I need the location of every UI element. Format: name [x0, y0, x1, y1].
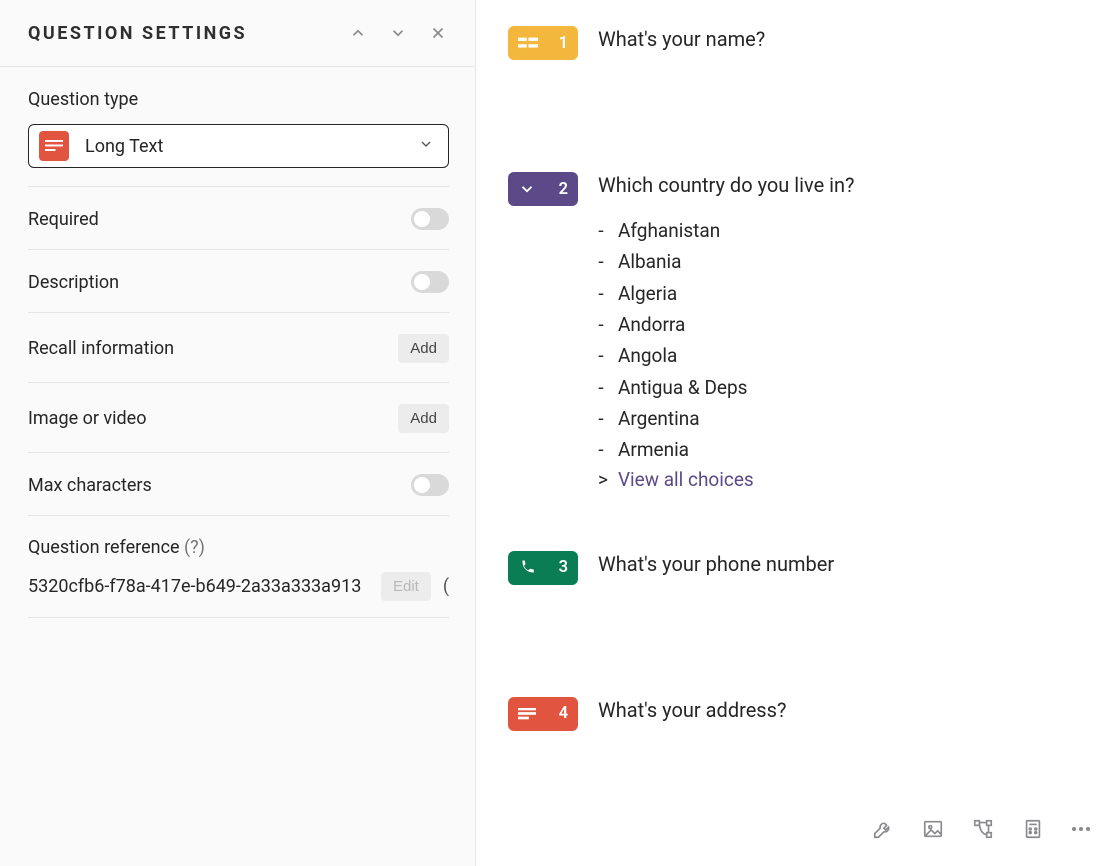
settings-body: Question type Long Text Required Descrip…	[0, 67, 475, 618]
recall-label: Recall information	[28, 338, 174, 359]
question-item[interactable]: 2 Which country do you live in? -Afghani…	[508, 172, 1094, 491]
choices-list: -Afghanistan -Albania -Algeria -Andorra …	[598, 215, 1094, 491]
long-text-icon	[39, 131, 69, 161]
choice-text: Algeria	[618, 278, 677, 309]
recall-add-button[interactable]: Add	[398, 334, 449, 363]
logic-tool-button[interactable]	[968, 814, 998, 844]
close-icon	[429, 24, 447, 42]
choice-item: -Andorra	[598, 309, 1094, 340]
choice-item: -Angola	[598, 340, 1094, 371]
description-toggle[interactable]	[411, 271, 449, 293]
settings-title: QUESTION SETTINGS	[28, 23, 247, 44]
phone-icon	[518, 559, 536, 577]
question-badge: 2	[508, 172, 578, 206]
question-item[interactable]: 1 What's your name?	[508, 26, 1094, 60]
question-type-label: Question type	[28, 89, 449, 110]
prev-question-button[interactable]	[347, 22, 369, 44]
question-number: 2	[559, 180, 568, 199]
image-tool-button[interactable]	[918, 814, 948, 844]
question-toolbar	[868, 814, 1094, 844]
question-text: What's your phone number	[598, 551, 1094, 578]
choice-text: Afghanistan	[618, 215, 720, 246]
question-badge: 4	[508, 697, 578, 731]
choice-text: Argentina	[618, 403, 700, 434]
reference-label: Question reference (?)	[28, 537, 449, 558]
reference-value-row: 5320cfb6-f78a-417e-b649-2a33a333a913 Edi…	[28, 572, 449, 601]
question-number: 4	[559, 704, 568, 723]
question-number: 1	[559, 34, 568, 53]
long-text-icon	[518, 708, 536, 720]
choice-text: Antigua & Deps	[618, 372, 747, 403]
calculator-tool-button[interactable]	[1018, 814, 1048, 844]
choice-text: Albania	[618, 246, 681, 277]
reference-label-text: Question reference	[28, 537, 180, 558]
media-label: Image or video	[28, 408, 146, 429]
question-badge: 3	[508, 551, 578, 585]
question-content: What's your address?	[598, 697, 1094, 724]
arrow-right-icon: >	[598, 468, 608, 491]
media-row: Image or video Add	[28, 383, 449, 453]
question-content: What's your phone number	[598, 551, 1094, 578]
dropdown-icon	[518, 180, 536, 198]
media-add-button[interactable]: Add	[398, 404, 449, 433]
calculator-icon	[1022, 818, 1044, 840]
question-type-value: Long Text	[85, 136, 418, 157]
recall-row: Recall information Add	[28, 313, 449, 383]
maxchars-toggle[interactable]	[411, 474, 449, 496]
reference-tail-paren: (	[443, 576, 449, 597]
required-row: Required	[28, 187, 449, 250]
question-text: Which country do you live in?	[598, 172, 1094, 199]
chevron-up-icon	[349, 24, 367, 42]
question-item[interactable]: 3 What's your phone number	[508, 551, 1094, 585]
settings-tool-button[interactable]	[868, 814, 898, 844]
choice-item: -Algeria	[598, 278, 1094, 309]
chevron-down-icon	[389, 24, 407, 42]
choice-item: -Armenia	[598, 434, 1094, 465]
questions-list: 1 What's your name? 2 Which country do y…	[476, 0, 1116, 866]
choice-item: -Argentina	[598, 403, 1094, 434]
reference-edit-button[interactable]: Edit	[381, 572, 431, 601]
question-type-select[interactable]: Long Text	[28, 124, 449, 168]
required-label: Required	[28, 209, 99, 230]
wrench-icon	[872, 818, 894, 840]
question-number: 3	[559, 558, 568, 577]
choice-item: -Albania	[598, 246, 1094, 277]
more-icon	[1072, 827, 1090, 831]
close-settings-button[interactable]	[427, 22, 449, 44]
image-icon	[922, 818, 944, 840]
settings-header: QUESTION SETTINGS	[0, 0, 475, 67]
view-all-row: > View all choices	[598, 468, 1094, 491]
more-tool-button[interactable]	[1068, 823, 1094, 835]
question-item[interactable]: 4 What's your address?	[508, 697, 1094, 731]
choice-item: -Afghanistan	[598, 215, 1094, 246]
view-all-choices-link[interactable]: View all choices	[618, 468, 754, 491]
question-content: Which country do you live in? -Afghanist…	[598, 172, 1094, 491]
branch-icon	[972, 818, 994, 840]
reference-hint-icon[interactable]: (?)	[184, 537, 205, 558]
question-badge: 1	[508, 26, 578, 60]
description-row: Description	[28, 250, 449, 313]
next-question-button[interactable]	[387, 22, 409, 44]
short-text-icon	[518, 37, 538, 49]
maxchars-label: Max characters	[28, 475, 152, 496]
required-toggle[interactable]	[411, 208, 449, 230]
choice-item: -Antigua & Deps	[598, 372, 1094, 403]
question-content: What's your name?	[598, 26, 1094, 53]
reference-value: 5320cfb6-f78a-417e-b649-2a33a333a913	[28, 576, 369, 597]
question-settings-panel: QUESTION SETTINGS Question type L	[0, 0, 476, 866]
chevron-down-icon	[418, 136, 434, 157]
description-label: Description	[28, 272, 119, 293]
choice-text: Angola	[618, 340, 677, 371]
maxchars-row: Max characters	[28, 453, 449, 516]
settings-header-actions	[347, 22, 449, 44]
question-reference-block: Question reference (?) 5320cfb6-f78a-417…	[28, 516, 449, 618]
choice-text: Armenia	[618, 434, 689, 465]
question-text: What's your address?	[598, 697, 1094, 724]
choice-text: Andorra	[618, 309, 685, 340]
question-text: What's your name?	[598, 26, 1094, 53]
